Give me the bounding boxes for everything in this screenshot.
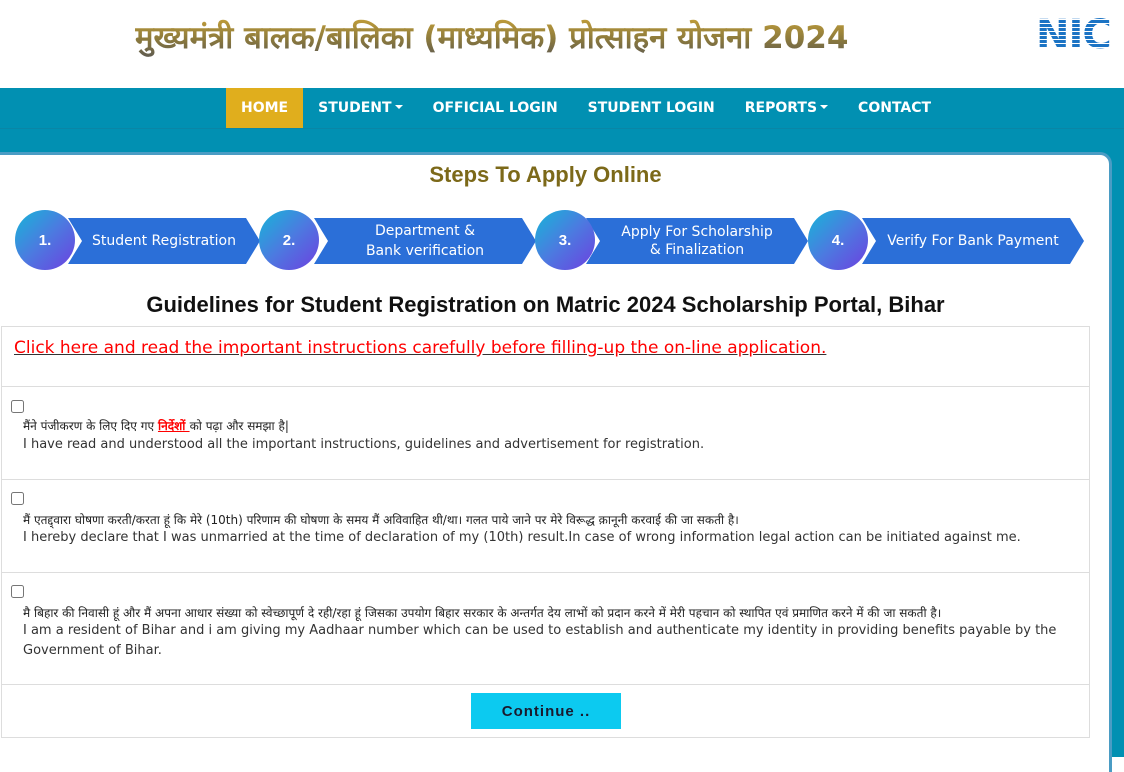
declaration-1-hindi-after: को पढ़ा और समझा है| bbox=[189, 419, 289, 433]
steps-bar: 1. Student Registration 2. Department & B… bbox=[0, 208, 1124, 272]
nav-reports-dropdown[interactable]: REPORTS bbox=[730, 88, 843, 128]
declaration-2-checkbox[interactable] bbox=[11, 492, 24, 505]
nav-reports-label: REPORTS bbox=[744, 100, 818, 116]
step-4-label: Verify For Bank Payment bbox=[862, 218, 1084, 264]
continue-button[interactable]: Continue .. bbox=[471, 693, 621, 729]
nic-logo-text: NIC bbox=[1036, 16, 1112, 54]
declaration-2-hindi: मैं एतद्द्वारा घोषणा करती/करता हूं कि मे… bbox=[23, 513, 739, 527]
step-3-line2: & Finalization bbox=[649, 242, 745, 258]
declaration-1-hindi: मैंने पंजीकरण के लिए दिए गए निर्देशों को… bbox=[23, 417, 289, 434]
step-3-label: Apply For Scholarship & Finalization bbox=[586, 218, 808, 264]
declarations-table: Click here and read the important instru… bbox=[1, 326, 1090, 738]
nav-home-label: HOME bbox=[241, 100, 289, 116]
step-3-text: Apply For Scholarship & Finalization bbox=[621, 223, 773, 259]
declaration-row-2: मैं एतद्द्वारा घोषणा करती/करता हूं कि मे… bbox=[2, 480, 1089, 573]
declaration-row-3: मै बिहार की निवासी हूं और मैं अपना आधार … bbox=[2, 573, 1089, 685]
caret-down-icon bbox=[394, 105, 403, 109]
step-2-line2: Bank verification bbox=[365, 243, 485, 259]
main-navbar: HOME STUDENT OFFICIAL LOGIN STUDENT LOGI… bbox=[0, 88, 1124, 128]
declaration-3-checkbox[interactable] bbox=[11, 585, 24, 598]
nav-student-login[interactable]: STUDENT LOGIN bbox=[573, 88, 730, 128]
nav-student-login-label: STUDENT LOGIN bbox=[587, 100, 715, 116]
site-header: मुख्यमंत्री बालक/बालिका (माध्यमिक) प्रोत… bbox=[0, 0, 1124, 88]
nav-official-login-label: OFFICIAL LOGIN bbox=[432, 100, 558, 116]
step-1-label: Student Registration bbox=[68, 218, 260, 264]
declaration-1-english: I have read and understood all the impor… bbox=[23, 437, 705, 452]
declaration-row-1: मैंने पंजीकरण के लिए दिए गए निर्देशों को… bbox=[2, 387, 1089, 480]
divider bbox=[0, 128, 1124, 129]
nav-contact[interactable]: CONTACT bbox=[843, 88, 946, 128]
declaration-2-english: I hereby declare that I was unmarried at… bbox=[23, 530, 1021, 545]
step-1-number: 1. bbox=[15, 210, 75, 270]
caret-down-icon bbox=[820, 105, 829, 109]
instructions-row: Click here and read the important instru… bbox=[2, 327, 1089, 387]
site-title: मुख्यमंत्री बालक/बालिका (माध्यमिक) प्रोत… bbox=[135, 16, 848, 58]
declaration-3-english: I am a resident of Bihar and i am giving… bbox=[23, 623, 1057, 658]
nic-logo[interactable]: NIC bbox=[1036, 16, 1124, 54]
nav-student-dropdown[interactable]: STUDENT bbox=[303, 88, 417, 128]
step-2-label: Department & Bank verification bbox=[314, 218, 536, 264]
step-4-number: 4. bbox=[808, 210, 868, 270]
instructions-link[interactable]: Click here and read the important instru… bbox=[14, 338, 826, 358]
declaration-3-hindi: मै बिहार की निवासी हूं और मैं अपना आधार … bbox=[23, 606, 942, 620]
steps-title: Steps To Apply Online bbox=[429, 162, 662, 187]
step-1-text: Student Registration bbox=[92, 233, 236, 249]
step-3-number: 3. bbox=[535, 210, 595, 270]
guidelines-link[interactable]: निर्देशों bbox=[158, 419, 190, 433]
nav-official-login[interactable]: OFFICIAL LOGIN bbox=[418, 88, 573, 128]
step-2-text: Department & Bank verification bbox=[366, 221, 484, 261]
guidelines-title: Guidelines for Student Registration on M… bbox=[146, 292, 945, 317]
step-4-text: Verify For Bank Payment bbox=[887, 233, 1059, 249]
step-2-number: 2. bbox=[259, 210, 319, 270]
nav-items: HOME STUDENT OFFICIAL LOGIN STUDENT LOGI… bbox=[226, 88, 946, 128]
nav-student-label: STUDENT bbox=[318, 100, 392, 116]
declaration-1-checkbox[interactable] bbox=[11, 400, 24, 413]
nav-contact-label: CONTACT bbox=[858, 100, 932, 116]
step-3-line1: Apply For Scholarship bbox=[621, 224, 773, 240]
declaration-1-hindi-before: मैंने पंजीकरण के लिए दिए गए bbox=[23, 419, 158, 433]
nav-home[interactable]: HOME bbox=[226, 88, 304, 128]
step-2-line1: Department & bbox=[374, 223, 476, 239]
